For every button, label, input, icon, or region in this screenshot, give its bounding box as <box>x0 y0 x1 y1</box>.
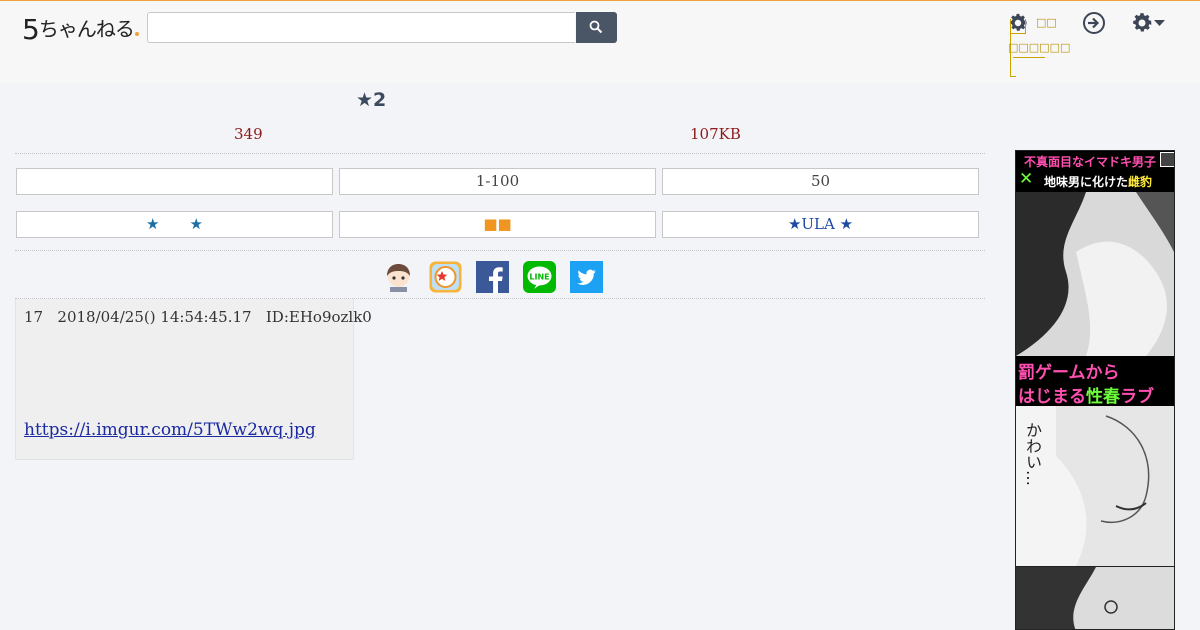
nav-button-range[interactable]: 1-100 <box>339 168 656 195</box>
thread-title: ★2 <box>356 89 387 111</box>
info-icon[interactable] <box>1160 152 1174 167</box>
header-label-2: □□□□□□ <box>1008 41 1071 54</box>
twitter-icon[interactable] <box>570 261 603 293</box>
nav-button-all[interactable] <box>16 168 333 195</box>
settings-gear-dropdown-icon[interactable] <box>1130 11 1166 35</box>
ad-banner-middle: 罰ゲームから はじまる性春ラブ <box>1016 356 1174 407</box>
ad-image-panel-1 <box>1016 192 1174 356</box>
ad-text-line2: 地味男に化けた雌豹 <box>1044 175 1153 189</box>
header-label-1: □□ <box>1036 16 1057 29</box>
ad-text-line3: 罰ゲームから <box>1018 363 1120 383</box>
ad-image-panel-2: かわい… <box>1016 406 1174 566</box>
x-mark-icon: ✕ <box>1019 169 1034 189</box>
ad-text-line4: はじまる性春ラブ <box>1018 387 1154 407</box>
post-number: 17 <box>24 308 44 326</box>
post-image-link[interactable]: https://i.imgur.com/5TWw2wq.jpg <box>24 420 316 440</box>
divider <box>15 153 985 154</box>
star-badge-icon[interactable] <box>429 261 462 293</box>
nav-button-ula[interactable]: ★ULA ★ <box>662 211 979 238</box>
site-logo[interactable]: 5ちゃんねる <box>22 13 139 46</box>
post-id[interactable]: ID:EHo9ozlk0 <box>266 308 372 326</box>
ad-speech-bubble: かわい… <box>1023 422 1042 486</box>
thread-size: 107KB <box>690 125 741 143</box>
post-item: 17 2018/04/25() 14:54:45.17 ID:EHo9ozlk0… <box>15 299 372 460</box>
line-icon-label: LINE <box>529 273 549 282</box>
ad-image-panel-3 <box>1016 567 1174 629</box>
nav-button-squares[interactable]: ■■ <box>339 211 656 238</box>
nav-button-latest[interactable]: 50 <box>662 168 979 195</box>
facebook-icon[interactable] <box>476 261 509 293</box>
search-input[interactable] <box>147 12 575 43</box>
search-icon <box>589 20 603 34</box>
site-header: 5ちゃんねる □□ □□□□□□ <box>0 1 1200 83</box>
divider <box>15 250 985 251</box>
ad-banner-top: 不真面目なイマドキ男子 ✕ 地味男に化けた雌豹 <box>1016 151 1174 192</box>
mascot-icon[interactable] <box>382 261 415 293</box>
reply-count: 349 <box>234 125 263 143</box>
line-icon[interactable]: LINE <box>523 261 556 293</box>
post-header: 17 2018/04/25() 14:54:45.17 ID:EHo9ozlk0 <box>24 308 372 326</box>
sidebar-ad[interactable]: 不真面目なイマドキ男子 ✕ 地味男に化けた雌豹 罰ゲームから はじまる性春ラブ … <box>1015 150 1175 630</box>
login-icon[interactable] <box>1082 11 1106 35</box>
post-date: 2018/04/25() 14:54:45.17 <box>57 308 252 326</box>
search-button[interactable] <box>576 12 617 43</box>
nav-button-star[interactable]: ★ ★ <box>16 211 333 238</box>
ad-text-line1: 不真面目なイマドキ男子 <box>1024 155 1157 169</box>
